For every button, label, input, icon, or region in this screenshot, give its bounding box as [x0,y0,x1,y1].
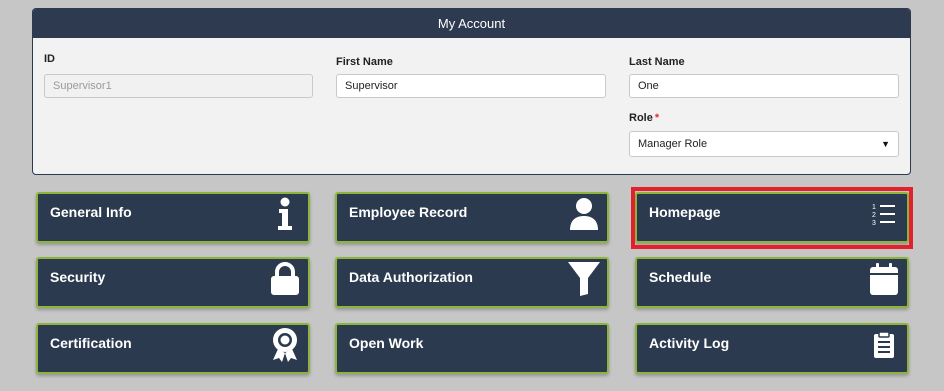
tile-employee-record-label: Employee Record [349,204,468,220]
user-icon [567,196,601,232]
tile-general-info-label: General Info [50,204,132,220]
role-label-text: Role [629,112,653,124]
tile-certification-label: Certification [50,335,132,351]
lock-icon [268,261,302,297]
id-field[interactable] [44,74,313,98]
first-name-label: First Name [336,56,393,68]
tile-certification[interactable]: Certification [36,323,310,374]
last-name-field[interactable] [629,74,899,98]
role-select-value: Manager Role [638,138,708,150]
tile-open-work-label: Open Work [349,335,424,351]
tile-open-work[interactable]: Open Work [335,323,609,374]
id-label: ID [44,53,55,65]
tile-activity-log-label: Activity Log [649,335,730,351]
info-icon [268,196,302,232]
award-icon [268,327,302,363]
my-account-panel: My Account ID First Name Last Name Role*… [32,8,911,175]
calendar-icon [867,261,901,297]
tile-schedule-label: Schedule [649,269,712,285]
tile-data-authorization[interactable]: Data Authorization [335,257,609,308]
tile-data-authorization-label: Data Authorization [349,269,473,285]
tile-schedule[interactable]: Schedule [635,257,909,308]
tile-employee-record[interactable]: Employee Record [335,192,609,243]
role-label: Role * [629,112,659,124]
tile-general-info[interactable]: General Info [36,192,310,243]
homepage-highlight [631,187,913,249]
first-name-field[interactable] [336,74,606,98]
tile-security-label: Security [50,269,106,285]
tile-activity-log[interactable]: Activity Log [635,323,909,374]
filter-icon [567,261,601,297]
role-select[interactable]: Manager Role ▼ [629,131,899,157]
required-marker: * [654,112,660,124]
panel-title: My Account [33,9,910,38]
tile-security[interactable]: Security [36,257,310,308]
clipboard-icon [867,327,901,363]
dropdown-arrow-icon: ▼ [881,139,890,149]
last-name-label: Last Name [629,56,685,68]
